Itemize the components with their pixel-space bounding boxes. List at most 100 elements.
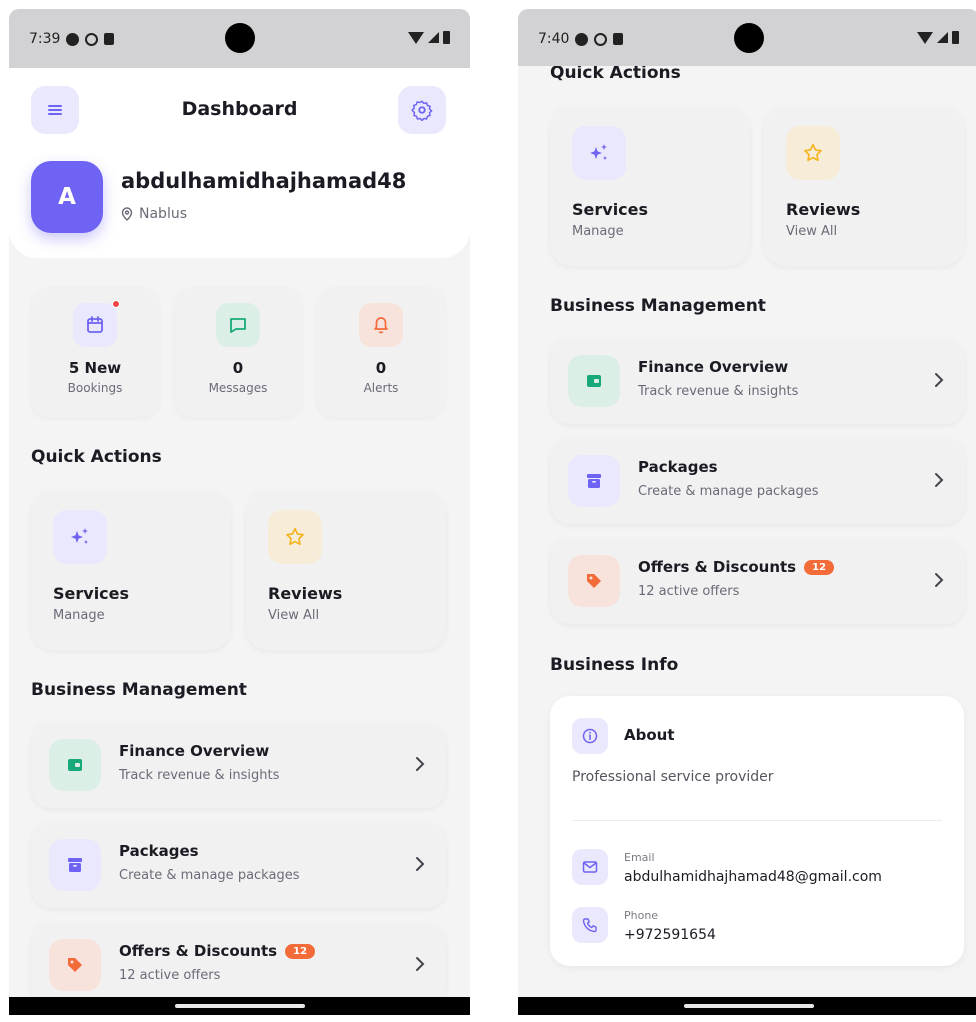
list-item-finance-overview[interactable]: Finance Overview Track revenue & insight… <box>550 338 965 424</box>
stat-icon-wrap <box>73 300 120 347</box>
list-subtitle: Track revenue & insights <box>638 384 799 399</box>
list-icon-wrap <box>568 455 620 507</box>
about-text: Professional service provider <box>572 769 774 785</box>
list-icon-wrap <box>49 939 101 991</box>
business-info-title: Business Info <box>550 655 679 675</box>
stat-label: Alerts <box>363 381 399 395</box>
home-gesture-handle[interactable] <box>174 1004 305 1008</box>
bell-icon <box>374 317 388 334</box>
wallet-icon <box>68 759 82 771</box>
chevron-right-icon <box>935 373 944 387</box>
list-title: Packages <box>638 458 718 476</box>
qa-subtitle: Manage <box>53 608 105 623</box>
sparkles-icon <box>590 144 607 160</box>
stat-value: 0 <box>375 359 387 377</box>
avatar[interactable]: A <box>31 161 103 233</box>
calendar-icon <box>87 316 103 333</box>
stat-label: Bookings <box>67 381 123 395</box>
qa-title: Services <box>572 200 649 219</box>
star-icon <box>804 143 822 162</box>
quick-action-reviews[interactable]: Reviews View All <box>246 490 446 650</box>
chevron-right-icon <box>935 473 944 487</box>
message-icon <box>230 318 246 333</box>
wifi-icon <box>408 31 424 44</box>
qa-subtitle: View All <box>268 608 320 623</box>
notification-dot <box>112 300 120 308</box>
dashboard-screen-2: Quick Actions Services Manage Reviews Vi… <box>518 9 976 1015</box>
sim-card-icon <box>613 33 624 45</box>
settings-button[interactable] <box>398 86 446 134</box>
stat-value: 0 <box>232 359 244 377</box>
settings-icon <box>411 100 433 121</box>
pinterest-icon <box>575 32 589 46</box>
qa-icon-wrap <box>268 510 322 564</box>
email-value[interactable]: abdulhamidhajhamad48@gmail.com <box>624 869 882 885</box>
stat-bookings[interactable]: 5 New Bookings <box>31 287 159 417</box>
tag-icon <box>587 574 601 588</box>
qa-icon-wrap <box>786 126 840 180</box>
list-title-text: Offers & Discounts <box>119 942 278 960</box>
qa-icon-wrap <box>572 126 626 180</box>
tag-icon <box>68 958 82 972</box>
list-title-text: Packages <box>119 842 199 860</box>
star-icon <box>286 527 304 546</box>
navigation-bar <box>9 997 470 1015</box>
navigation-bar <box>518 997 976 1015</box>
stat-icon-wrap <box>359 303 403 347</box>
battery-icon <box>952 31 959 44</box>
username: abdulhamidhajhamad48 <box>121 169 407 193</box>
sync-icon <box>85 32 99 46</box>
stat-label: Messages <box>208 381 268 395</box>
status-time: 7:40 <box>538 31 570 47</box>
dashboard-screen-1: 7:39 Dashboard A abdulhamidhajhamad48 Na… <box>9 9 470 1015</box>
archive-icon <box>587 474 601 488</box>
business-management-title: Business Management <box>550 296 766 316</box>
location-text: Nablus <box>139 206 187 222</box>
chevron-right-icon <box>416 857 425 871</box>
phone-icon-wrap <box>572 907 608 943</box>
list-subtitle: Create & manage packages <box>638 484 819 499</box>
info-icon <box>582 728 598 744</box>
list-item-offers-discounts[interactable]: Offers & Discounts 12 12 active offers <box>550 538 965 624</box>
quick-action-reviews[interactable]: Reviews View All <box>764 106 964 266</box>
location-pin-icon <box>121 207 133 221</box>
list-item-finance-overview[interactable]: Finance Overview Track revenue & insight… <box>31 722 446 808</box>
pinterest-icon <box>66 32 80 46</box>
qa-subtitle: View All <box>786 224 838 239</box>
wallet-icon <box>587 375 601 387</box>
signal-icon <box>428 32 439 43</box>
chevron-right-icon <box>935 573 944 587</box>
count-badge: 12 <box>285 943 316 959</box>
home-gesture-handle[interactable] <box>683 1004 814 1008</box>
list-icon-wrap <box>568 555 620 607</box>
list-item-packages[interactable]: Packages Create & manage packages <box>31 822 446 908</box>
qa-title: Reviews <box>786 200 861 219</box>
qa-subtitle: Manage <box>572 224 624 239</box>
archive-icon <box>68 858 82 872</box>
qa-title: Services <box>53 584 130 603</box>
list-title-text: Finance Overview <box>638 358 789 376</box>
business-management-title: Business Management <box>31 680 247 700</box>
stat-messages[interactable]: 0 Messages <box>174 287 302 417</box>
qa-title: Reviews <box>268 584 343 603</box>
stat-alerts[interactable]: 0 Alerts <box>317 287 445 417</box>
phone-icon <box>582 918 597 933</box>
status-time: 7:39 <box>29 31 61 47</box>
list-title-text: Offers & Discounts <box>638 558 797 576</box>
list-item-packages[interactable]: Packages Create & manage packages <box>550 438 965 524</box>
list-icon-wrap <box>49 739 101 791</box>
stat-icon-wrap <box>216 303 260 347</box>
quick-action-services[interactable]: Services Manage <box>31 490 231 650</box>
about-title: About <box>624 726 675 744</box>
list-title-text: Finance Overview <box>119 742 270 760</box>
list-item-offers-discounts[interactable]: Offers & Discounts 12 12 active offers <box>31 922 446 1008</box>
status-time-group: 7:40 <box>538 31 624 47</box>
list-title: Packages <box>119 842 199 860</box>
status-time-group: 7:39 <box>29 31 115 47</box>
status-indicators <box>408 31 450 44</box>
quick-action-services[interactable]: Services Manage <box>550 106 750 266</box>
list-subtitle: Create & manage packages <box>119 868 300 883</box>
stat-value: 5 New <box>68 359 122 377</box>
phone-value[interactable]: +972591654 <box>624 927 716 943</box>
sync-icon <box>594 32 608 46</box>
